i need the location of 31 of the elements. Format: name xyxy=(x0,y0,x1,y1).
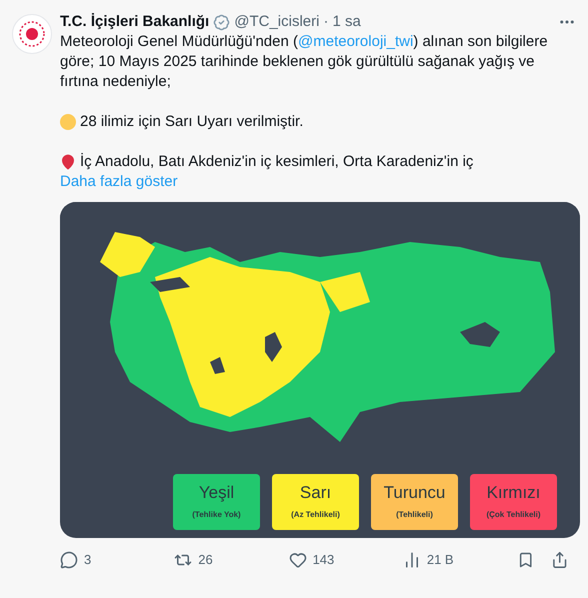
author-name[interactable]: T.C. İçişleri Bakanlığı xyxy=(60,12,210,32)
reply-button[interactable]: 3 xyxy=(60,550,174,570)
legend-note: (Az Tehlikeli) xyxy=(291,509,340,521)
repost-button[interactable]: 26 xyxy=(174,550,289,570)
legend-label: Turuncu xyxy=(384,483,446,503)
media-card[interactable]: Yeşil (Tehlike Yok) Sarı (Az Tehlikeli) Turuncu (Tehlikeli) Kırmızı (Çok Tehlikeli) xyxy=(60,202,580,538)
legend-note: (Tehlike Yok) xyxy=(192,509,241,521)
heart-icon xyxy=(288,550,307,569)
avatar[interactable] xyxy=(12,14,52,54)
reply-icon xyxy=(60,550,78,569)
action-count: 143 xyxy=(312,551,334,569)
verified-icon xyxy=(213,14,230,30)
author-handle[interactable]: @TC_icisleri xyxy=(234,12,320,32)
legend-note: (Tehlikeli) xyxy=(396,509,433,521)
views-button[interactable]: 21 B xyxy=(402,550,518,570)
warning-text: 28 ilimiz için Sarı Uyarı verilmiştir. xyxy=(80,112,304,132)
separator: · xyxy=(323,12,328,32)
region-text: İç Anadolu, Batı Akdeniz'in iç kesimleri, Orta Karadeniz'in iç xyxy=(80,152,474,172)
post-text: Meteoroloji Genel Müdürlüğü'nden (@meteoroloji_twi) alınan son bilgilere göre; 10 Mayıs 2025 tarihinde beklenen gök gürültülü sağanak yağış ve fırtına nedeniyle; xyxy=(60,32,549,92)
action-count: 21 B xyxy=(426,551,454,569)
action-count: 26 xyxy=(198,551,213,569)
post-time[interactable]: 1 sa xyxy=(332,12,361,32)
legend-note: (Çok Tehlikeli) xyxy=(486,509,541,521)
share-icon[interactable] xyxy=(550,550,568,569)
legend-label: Kırmızı xyxy=(486,483,540,503)
emblem-icon xyxy=(18,20,46,48)
legend-label: Sarı xyxy=(300,483,332,503)
pin-icon xyxy=(60,154,76,170)
like-button[interactable]: 143 xyxy=(288,550,403,570)
legend-label: Yeşil xyxy=(198,483,234,503)
action-count: 3 xyxy=(84,551,92,569)
